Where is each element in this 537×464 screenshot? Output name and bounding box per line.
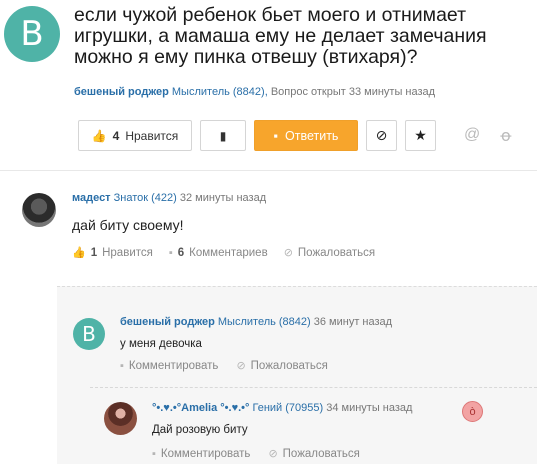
report-link[interactable]: ⊘ Пожаловаться	[236, 359, 327, 373]
section-divider	[0, 170, 537, 171]
bookmark-icon: ▮	[219, 128, 227, 143]
question-status: Вопрос открыт 33 минуты назад	[270, 86, 436, 98]
bookmark-button[interactable]: ▮	[200, 120, 246, 151]
reply-actions: ▪ Комментировать ⊘ Пожаловаться	[120, 359, 328, 373]
nested-reply-text: Дай розовую биту	[152, 424, 248, 436]
thumbs-up-icon: 👍	[72, 247, 86, 259]
report-icon: ⊘	[236, 360, 246, 372]
reply-text: у меня девочка	[120, 338, 202, 350]
reply-author-rank: Мыслитель (8842)	[217, 316, 311, 328]
comment-link[interactable]: ▪ Комментировать	[120, 359, 218, 372]
comment-link[interactable]: ▪ Комментировать	[152, 447, 250, 460]
like-button[interactable]: 👍 4 Нравится	[78, 120, 192, 151]
nested-reply-time: 34 минуты назад	[326, 402, 413, 414]
comment-text: дай биту своему!	[72, 217, 184, 233]
share-links: @ ꝋ	[464, 126, 512, 146]
comment-like-button[interactable]: 👍 1 Нравится	[72, 246, 153, 260]
comment-thread	[57, 286, 537, 464]
comment-author-avatar[interactable]	[22, 193, 56, 227]
reply-author-link[interactable]: бешеный роджер	[120, 316, 215, 328]
nested-reply-actions: ▪ Комментировать ⊘ Пожаловаться	[152, 447, 360, 461]
question-title: если чужой ребенок бьет моего и отнимает…	[74, 4, 487, 68]
odnoklassniki-icon[interactable]: ꝋ	[500, 126, 511, 146]
nested-reply-author-link[interactable]: °•.♥.•°Amelia °•.♥.•°	[152, 402, 249, 414]
thumbs-up-icon: 👍	[91, 128, 107, 143]
comment-icon: ▪	[168, 246, 173, 259]
comment-time: 32 минуты назад	[179, 192, 267, 204]
block-icon: ⊘	[375, 127, 388, 143]
star-button[interactable]: ★	[405, 120, 436, 151]
report-icon: ⊘	[283, 247, 293, 259]
report-link[interactable]: ⊘ Пожаловаться	[283, 246, 375, 260]
comment-actions: 👍 1 Нравится ▪ 6 Комментариев ⊘ Пожалова…	[72, 246, 375, 260]
comment-icon: ▪	[120, 359, 124, 372]
at-sign-icon[interactable]: @	[464, 126, 480, 146]
nested-reply-author-avatar[interactable]	[104, 402, 137, 435]
question-actions: 👍 4 Нравится ▮ ▪ Ответить ⊘ ★ @ ꝋ	[78, 120, 512, 151]
reply-author-avatar[interactable]: В	[73, 318, 105, 350]
question-author-avatar[interactable]: В	[4, 6, 60, 62]
answer-button[interactable]: ▪ Ответить	[254, 120, 358, 151]
comment-meta: мадест Знаток (422) 32 минуты назад	[72, 192, 266, 204]
reply-meta: бешеный роджер Мыслитель (8842) 36 минут…	[120, 316, 392, 328]
nested-reply-author-rank: Гений (70955)	[252, 402, 324, 414]
reply-divider	[90, 387, 537, 388]
report-icon: ⊘	[268, 448, 278, 460]
like-label: Нравится	[125, 128, 179, 143]
block-button[interactable]: ⊘	[366, 120, 397, 151]
reply-time: 36 минут назад	[313, 316, 393, 328]
question-meta: бешеный роджер Мыслитель (8842), Вопрос …	[74, 86, 435, 98]
angry-face-icon: ò	[462, 401, 483, 422]
question-author-rank: Мыслитель (8842),	[171, 86, 268, 98]
comment-author-rank: Знаток (422)	[113, 192, 177, 204]
nested-reply-meta: °•.♥.•°Amelia °•.♥.•° Гений (70955) 34 м…	[152, 402, 412, 414]
comments-count-link[interactable]: ▪ 6 Комментариев	[169, 246, 268, 259]
comment-icon: ▪	[152, 447, 156, 460]
report-link[interactable]: ⊘ Пожаловаться	[268, 447, 359, 461]
like-count: 4	[112, 128, 120, 143]
comment-author-link[interactable]: мадест	[72, 192, 111, 204]
answer-label: Ответить	[285, 128, 339, 143]
speech-bubble-icon: ▪	[273, 128, 278, 143]
star-icon: ★	[414, 127, 427, 143]
question-author-link[interactable]: бешеный роджер	[74, 86, 169, 98]
